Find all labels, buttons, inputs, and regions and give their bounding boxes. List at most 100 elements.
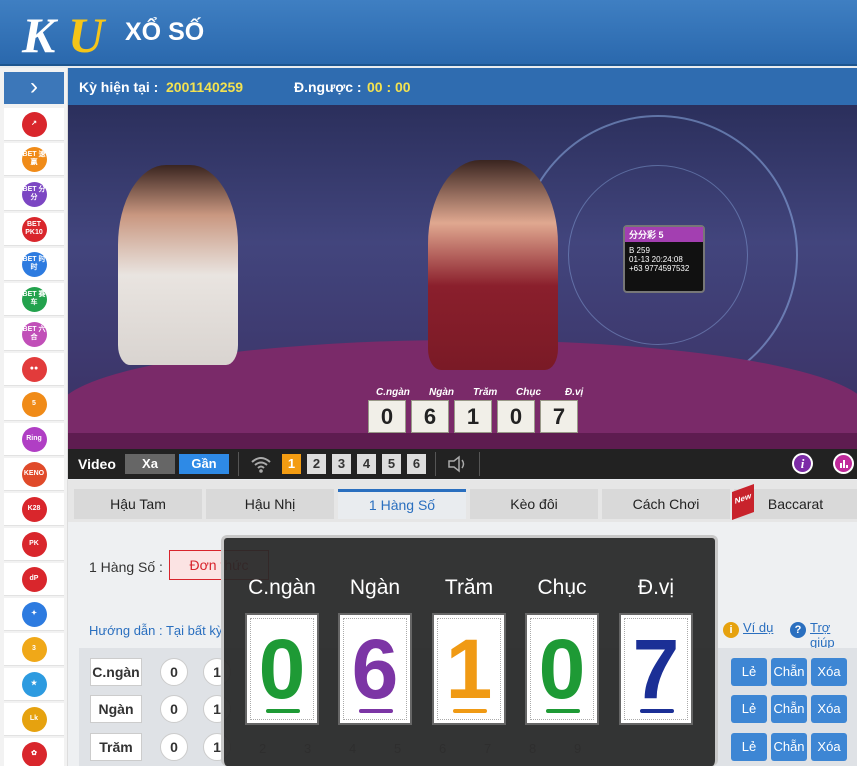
bet-liuhe-icon: BET 六合 bbox=[21, 321, 47, 347]
sidebar-game-item[interactable]: BET 分分 bbox=[4, 178, 64, 211]
sidebar-toggle-button[interactable]: › bbox=[4, 72, 64, 104]
tab-1-hang-so[interactable]: 1 Hàng Số bbox=[338, 489, 466, 519]
result-card-cngan: 0 bbox=[245, 613, 319, 725]
wifi-icon[interactable] bbox=[250, 453, 272, 475]
sidebar-game-item[interactable]: BET 速赢 bbox=[4, 143, 64, 176]
sidebar-game-item[interactable]: PK bbox=[4, 528, 64, 561]
dealer-right bbox=[428, 160, 558, 370]
sidebar-game-item[interactable]: ✦ bbox=[4, 598, 64, 631]
lucky-icon: Lk bbox=[21, 706, 47, 732]
sidebar-game-item[interactable]: Lk bbox=[4, 703, 64, 736]
balls-icon: ●● bbox=[21, 356, 47, 382]
tab-hau-nhi[interactable]: Hậu Nhị bbox=[206, 489, 334, 519]
digit-underline bbox=[453, 709, 487, 713]
help-icon: ? bbox=[790, 622, 806, 638]
volume-icon[interactable] bbox=[446, 454, 470, 474]
camera-3-button[interactable]: 3 bbox=[332, 454, 351, 474]
sidebar: › ↗ BET 速赢 BET 分分 BET PK10 BET 时时 BET 赛车 BET 六… bbox=[0, 68, 68, 766]
tab-cach-choi[interactable]: Cách Chơi bbox=[602, 489, 730, 519]
dp-icon: dP bbox=[21, 566, 47, 592]
view-near-button[interactable]: Gần bbox=[179, 454, 229, 474]
even-button[interactable]: Chẵn bbox=[771, 695, 807, 723]
app-root: K U XỔ SỐ › ↗ BET 速赢 BET 分分 BET PK10 BET 时时 B… bbox=[0, 0, 857, 766]
clear-button[interactable]: Xóa bbox=[811, 695, 847, 723]
sidebar-game-item[interactable]: 3 bbox=[4, 633, 64, 666]
digit-ball[interactable]: 0 bbox=[160, 695, 188, 723]
result-card-chuc: 0 bbox=[525, 613, 599, 725]
page-title: XỔ SỐ bbox=[125, 18, 205, 46]
odd-button[interactable]: Lẻ bbox=[731, 695, 767, 723]
camera-5-button[interactable]: 5 bbox=[382, 454, 401, 474]
tab-keo-doi[interactable]: Kèo đôi bbox=[470, 489, 598, 519]
table-digit: 7 bbox=[540, 400, 578, 433]
result-label-cngan: C.ngàn bbox=[248, 576, 316, 599]
view-far-button[interactable]: Xa bbox=[125, 454, 175, 474]
digit-underline bbox=[546, 709, 580, 713]
result-label-dvi: Đ.vị bbox=[637, 576, 675, 599]
table-label-tram: Trăm bbox=[473, 387, 498, 398]
example-icon: i bbox=[723, 622, 739, 638]
period-bar: Kỳ hiện tại : 2001140259 Đ.ngược : 00 : … bbox=[68, 68, 857, 105]
camera-6-button[interactable]: 6 bbox=[407, 454, 426, 474]
camera-4-button[interactable]: 4 bbox=[357, 454, 376, 474]
period-value: 2001140259 bbox=[166, 79, 244, 95]
divider bbox=[479, 452, 480, 476]
clear-button[interactable]: Xóa bbox=[811, 733, 847, 761]
camera-2-button[interactable]: 2 bbox=[307, 454, 326, 474]
table-label-cngan: C.ngàn bbox=[376, 387, 410, 398]
even-button[interactable]: Chẵn bbox=[771, 733, 807, 761]
bet-lottery-icon: BET 速赢 bbox=[21, 146, 47, 172]
sidebar-game-item[interactable]: BET 时时 bbox=[4, 248, 64, 281]
star-icon: ★ bbox=[21, 671, 47, 697]
guide-text: Hướng dẫn : Tại bất kỳ bbox=[89, 623, 223, 638]
chart-icon[interactable] bbox=[833, 453, 854, 474]
fan-icon: ✿ bbox=[21, 741, 47, 766]
logo-letter-u: U bbox=[68, 7, 105, 63]
sidebar-game-item[interactable]: dP bbox=[4, 563, 64, 596]
sidebar-game-item[interactable]: ●● bbox=[4, 353, 64, 386]
screen-line-1: B 259 bbox=[629, 246, 650, 255]
sidebar-game-item[interactable]: BET 赛车 bbox=[4, 283, 64, 316]
table-digit-cards: 0 6 1 0 7 bbox=[368, 400, 578, 433]
sidebar-game-item[interactable]: Ring bbox=[4, 423, 64, 456]
video-controls: Video Xa Gần 1 2 3 4 5 6 i bbox=[68, 449, 857, 479]
bet-type-tabs: Hậu Tam Hậu Nhị 1 Hàng Số Kèo đôi Cách C… bbox=[68, 480, 857, 522]
odd-button[interactable]: Lẻ bbox=[731, 733, 767, 761]
digit-ball[interactable]: 0 bbox=[160, 733, 188, 761]
draw-result-popup: C.ngàn Ngàn Trăm Chục Đ.vị 0 6 1 0 7 bbox=[221, 535, 718, 766]
even-button[interactable]: Chẵn bbox=[771, 658, 807, 686]
sidebar-game-item[interactable]: ✿ bbox=[4, 738, 64, 766]
k28-icon: K28 bbox=[21, 496, 47, 522]
clear-button[interactable]: Xóa bbox=[811, 658, 847, 686]
bet-fenfen-icon: BET 分分 bbox=[21, 181, 47, 207]
odd-button[interactable]: Lẻ bbox=[731, 658, 767, 686]
live-video[interactable]: 分分彩 5 B 259 01-13 20:24:08 +63 977459753… bbox=[68, 105, 857, 449]
digit-ball[interactable]: 0 bbox=[160, 658, 188, 686]
divider bbox=[238, 452, 239, 476]
ring-icon: Ring bbox=[21, 426, 47, 452]
table-label-dvi: Đ.vị bbox=[565, 387, 584, 398]
sidebar-game-item[interactable]: BET 六合 bbox=[4, 318, 64, 351]
logo-letter-k: K bbox=[22, 7, 55, 63]
sidebar-game-item[interactable]: ↗ bbox=[4, 108, 64, 141]
camera-1-button[interactable]: 1 bbox=[282, 454, 301, 474]
sidebar-game-item[interactable]: BET PK10 bbox=[4, 213, 64, 246]
sidebar-game-item[interactable]: K28 bbox=[4, 493, 64, 526]
help-link[interactable]: Trợ giúp bbox=[810, 620, 857, 650]
sidebar-game-item[interactable]: ★ bbox=[4, 668, 64, 701]
screen-line-3: +63 9774597532 bbox=[629, 264, 690, 273]
screen-line-2: 01-13 20:24:08 bbox=[629, 255, 683, 264]
sidebar-game-item[interactable]: KENO bbox=[4, 458, 64, 491]
bet-saiche-icon: BET 赛车 bbox=[21, 286, 47, 312]
video-label: Video bbox=[78, 456, 116, 472]
table-label-chuc: Chục bbox=[516, 387, 541, 398]
row-label-ngan: Ngàn bbox=[90, 695, 142, 723]
example-link[interactable]: Ví dụ bbox=[743, 620, 773, 635]
ku-logo[interactable]: K U bbox=[22, 6, 112, 63]
sidebar-game-item[interactable]: 5 bbox=[4, 388, 64, 421]
tab-hau-tam[interactable]: Hậu Tam bbox=[74, 489, 202, 519]
result-digit: 1 bbox=[445, 622, 493, 716]
result-label-chuc: Chục bbox=[537, 576, 587, 599]
info-icon[interactable]: i bbox=[792, 453, 813, 474]
dealer-left bbox=[118, 165, 238, 365]
